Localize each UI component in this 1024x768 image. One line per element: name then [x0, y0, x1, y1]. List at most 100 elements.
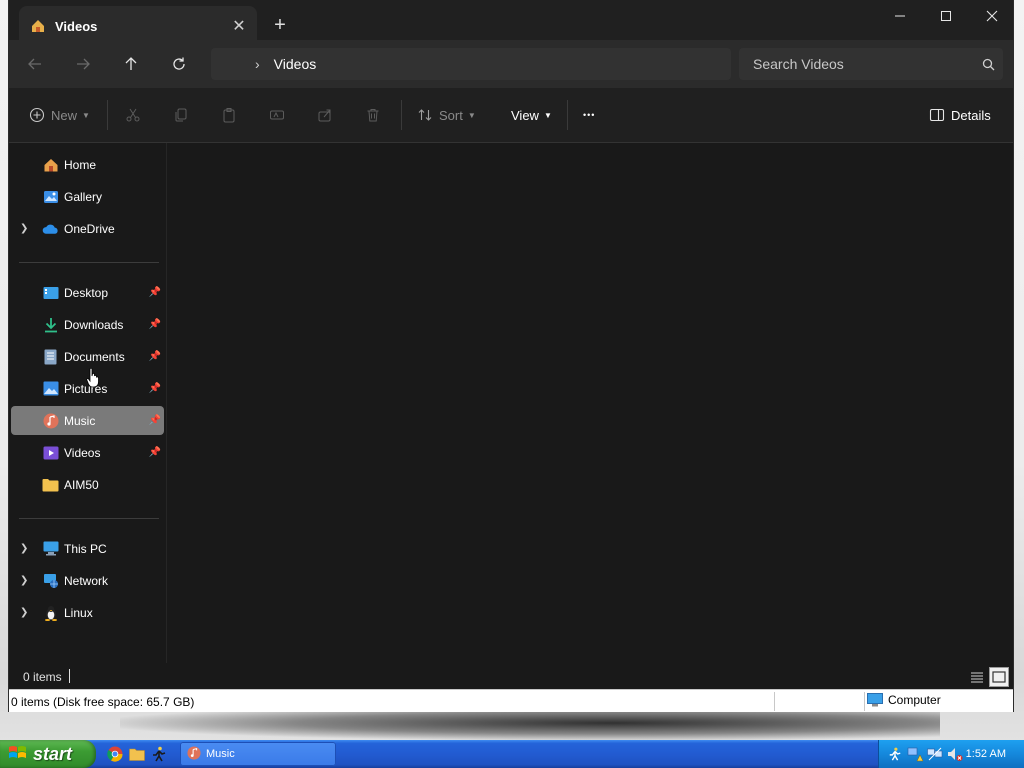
pin-icon[interactable]: 📌 — [149, 383, 161, 394]
disk-info: 0 items (Disk free space: 65.7 GB) — [11, 695, 195, 709]
sidebar-item-label: Linux — [64, 605, 93, 620]
running-man-icon[interactable] — [150, 745, 168, 763]
scissors-icon — [126, 108, 140, 122]
sidebar-divider — [19, 262, 159, 263]
delete-button[interactable] — [365, 101, 381, 129]
network-icon — [42, 572, 59, 589]
minimize-button[interactable] — [877, 0, 923, 32]
cut-button[interactable] — [125, 101, 141, 129]
close-tab-icon[interactable]: ✕ — [225, 12, 253, 40]
chevron-down-icon: ▼ — [467, 110, 476, 120]
back-button[interactable] — [21, 50, 49, 78]
chrome-icon[interactable] — [106, 745, 124, 763]
plus-circle-icon — [29, 107, 45, 123]
clock[interactable]: 1:52 AM — [966, 748, 1006, 760]
sidebar-item-aim50[interactable]: AIM50 — [11, 470, 164, 499]
sidebar-item-label: AIM50 — [64, 477, 99, 492]
view-button[interactable]: View ▼ — [511, 101, 552, 129]
network-disconnected-icon[interactable] — [927, 746, 943, 762]
status-divider — [69, 669, 70, 683]
sidebar-item-network[interactable]: ❯ Network — [11, 566, 164, 595]
running-man-icon[interactable] — [887, 746, 903, 762]
paste-button[interactable] — [221, 101, 237, 129]
share-button[interactable] — [317, 101, 333, 129]
new-label: New — [51, 107, 78, 123]
file-list-area[interactable] — [167, 143, 1013, 663]
explorer-window: Videos ✕ + › Videos Search Videos New ▼ … — [8, 0, 1014, 712]
sidebar-item-desktop[interactable]: Desktop 📌 — [11, 278, 164, 307]
details-view-button[interactable] — [967, 667, 987, 687]
breadcrumb-videos[interactable]: Videos — [274, 56, 317, 72]
new-tab-button[interactable]: + — [267, 12, 293, 38]
search-input[interactable]: Search Videos — [739, 48, 1003, 80]
videos-icon — [42, 444, 59, 461]
sidebar-item-label: Videos — [64, 445, 101, 460]
toolbar-divider — [401, 100, 402, 130]
sidebar-item-this-pc[interactable]: ❯ This PC — [11, 534, 164, 563]
chevron-right-icon[interactable]: › — [255, 56, 260, 72]
close-window-button[interactable] — [969, 0, 1015, 32]
more-options-button[interactable]: ••• — [583, 101, 595, 129]
tiles-view-button[interactable] — [989, 667, 1009, 687]
start-button[interactable]: start — [0, 740, 96, 768]
sort-button[interactable]: Sort ▼ — [417, 101, 476, 129]
chevron-right-icon[interactable]: ❯ — [20, 607, 28, 618]
music-icon — [187, 745, 201, 763]
status-divider — [774, 692, 775, 711]
sidebar-item-onedrive[interactable]: ❯ OneDrive — [11, 214, 164, 243]
pin-icon[interactable]: 📌 — [149, 415, 161, 426]
command-bar: New ▼ Sort ▼ View ▼ ••• Details — [9, 88, 1013, 143]
system-tray: 1:52 AM — [878, 740, 1024, 768]
clipboard-icon — [223, 108, 235, 123]
pin-icon[interactable]: 📌 — [149, 447, 161, 458]
sidebar-item-label: OneDrive — [64, 221, 115, 236]
sidebar-item-downloads[interactable]: Downloads 📌 — [11, 310, 164, 339]
sidebar-item-documents[interactable]: Documents 📌 — [11, 342, 164, 371]
volume-muted-icon[interactable] — [947, 746, 963, 762]
this-pc-icon — [42, 540, 59, 557]
sidebar-item-label: Documents — [64, 349, 125, 364]
forward-button[interactable] — [69, 50, 97, 78]
forward-arrow-icon — [77, 58, 90, 70]
taskbar: start Music 1:52 AM — [0, 740, 1024, 768]
copy-button[interactable] — [173, 101, 189, 129]
sidebar-item-linux[interactable]: ❯ Linux — [11, 598, 164, 627]
copy-icon — [175, 108, 187, 122]
rename-button[interactable] — [269, 101, 285, 129]
new-button[interactable]: New ▼ — [29, 101, 90, 129]
taskbar-button-music[interactable]: Music — [180, 742, 336, 766]
pin-icon[interactable]: 📌 — [149, 319, 161, 330]
details-button[interactable]: Details — [929, 101, 991, 129]
start-label: start — [33, 743, 73, 764]
chevron-right-icon[interactable]: ❯ — [20, 543, 28, 554]
sidebar-item-music[interactable]: Music 📌 — [11, 406, 164, 435]
address-bar[interactable]: › Videos — [211, 48, 731, 80]
sidebar-item-home[interactable]: Home — [11, 150, 164, 179]
legacy-status-bar: 0 items (Disk free space: 65.7 GB) Compu… — [9, 689, 1013, 712]
sidebar-item-gallery[interactable]: Gallery — [11, 182, 164, 211]
chevron-down-icon: ▼ — [543, 110, 552, 120]
sort-label: Sort — [439, 107, 463, 123]
taskbar-button-label: Music — [206, 748, 235, 760]
network-warning-icon[interactable] — [907, 746, 923, 762]
chevron-right-icon[interactable]: ❯ — [20, 575, 28, 586]
pin-icon[interactable]: 📌 — [149, 351, 161, 362]
back-arrow-icon — [28, 58, 41, 70]
maximize-button[interactable] — [923, 0, 969, 32]
sort-icon — [418, 109, 432, 121]
linux-icon — [42, 604, 59, 621]
desktop-icon — [42, 284, 59, 301]
up-button[interactable] — [117, 50, 145, 78]
list-view-icon — [971, 672, 983, 683]
search-icon[interactable] — [973, 58, 1003, 71]
refresh-button[interactable] — [165, 50, 193, 78]
zone-indicator: Computer — [867, 693, 941, 707]
tiles-view-icon — [992, 671, 1006, 683]
pin-icon[interactable]: 📌 — [149, 287, 161, 298]
zone-label: Computer — [888, 693, 941, 707]
trash-icon — [367, 109, 379, 122]
explorer-icon[interactable] — [128, 745, 146, 763]
sidebar-item-videos[interactable]: Videos 📌 — [11, 438, 164, 467]
chevron-down-icon: ▼ — [82, 110, 90, 120]
chevron-right-icon[interactable]: ❯ — [20, 223, 28, 234]
